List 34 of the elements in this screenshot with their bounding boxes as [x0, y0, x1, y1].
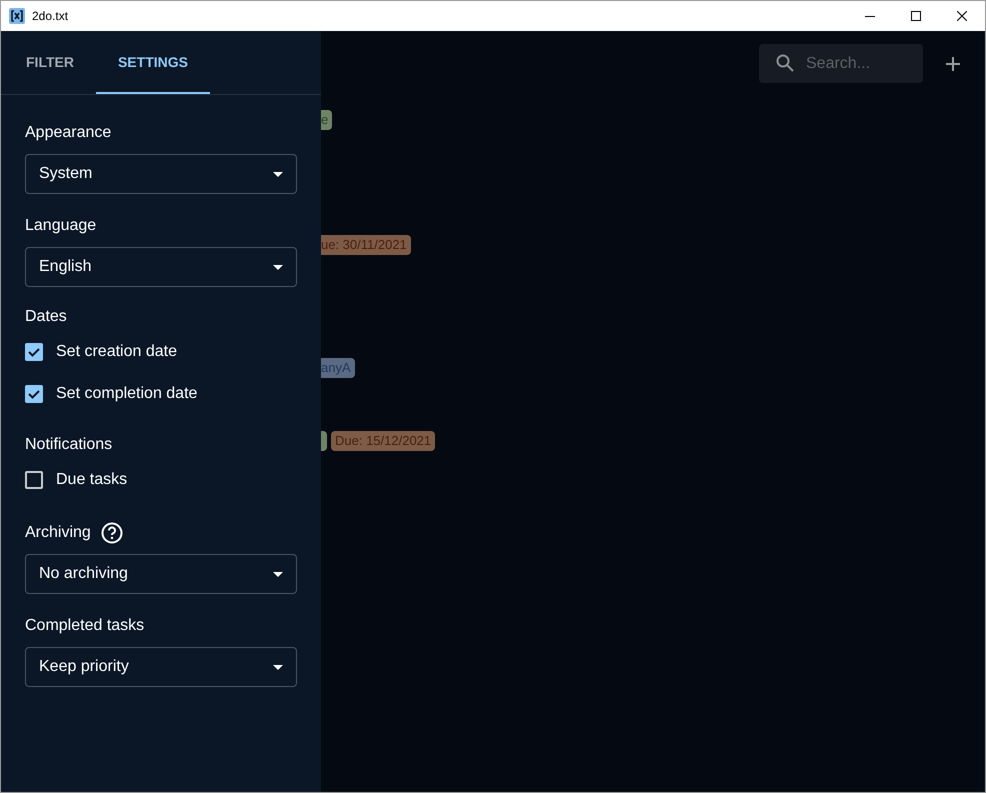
checkbox[interactable] — [25, 385, 43, 403]
tab[interactable]: FILTER — [4, 30, 96, 94]
caret-icon — [273, 172, 283, 176]
checkbox-option[interactable]: Set creation date — [25, 331, 321, 373]
caret-icon — [273, 264, 283, 270]
tag: Due: 15/12/2021 — [331, 431, 436, 451]
help-icon[interactable] — [100, 522, 123, 544]
search-field[interactable]: Search... — [759, 44, 923, 83]
checkbox-option[interactable]: Due tasks — [25, 459, 321, 501]
app-icon — [9, 8, 25, 24]
tag: anyA — [321, 358, 355, 378]
dropdown-field[interactable]: System — [25, 154, 297, 194]
tag: ue: 30/11/2021 — [321, 235, 411, 255]
section-label: Completed tasks — [25, 616, 144, 636]
search-icon — [776, 54, 794, 72]
tab[interactable]: SETTINGS — [96, 30, 210, 94]
dropdown-field[interactable]: English — [25, 247, 297, 287]
caret-icon — [273, 664, 283, 670]
dropdown-field[interactable]: Keep priority — [25, 647, 297, 687]
caret-icon — [273, 572, 283, 576]
close-icon — [957, 11, 967, 21]
tag: e — [321, 110, 332, 130]
section-label: Language — [25, 216, 96, 236]
window-title: 2do.txt — [32, 8, 68, 25]
section-label: Archiving — [25, 523, 91, 543]
section-label: Dates — [25, 307, 67, 327]
checkbox[interactable] — [25, 343, 43, 361]
add-icon[interactable] — [945, 56, 961, 72]
dropdown-field[interactable]: No archiving — [25, 554, 297, 594]
maximize-icon — [911, 11, 921, 21]
checkbox-option[interactable]: Set completion date — [25, 373, 321, 415]
checkbox[interactable] — [25, 471, 43, 489]
section-label: Notifications — [25, 435, 112, 455]
section-label: Appearance — [25, 123, 112, 143]
